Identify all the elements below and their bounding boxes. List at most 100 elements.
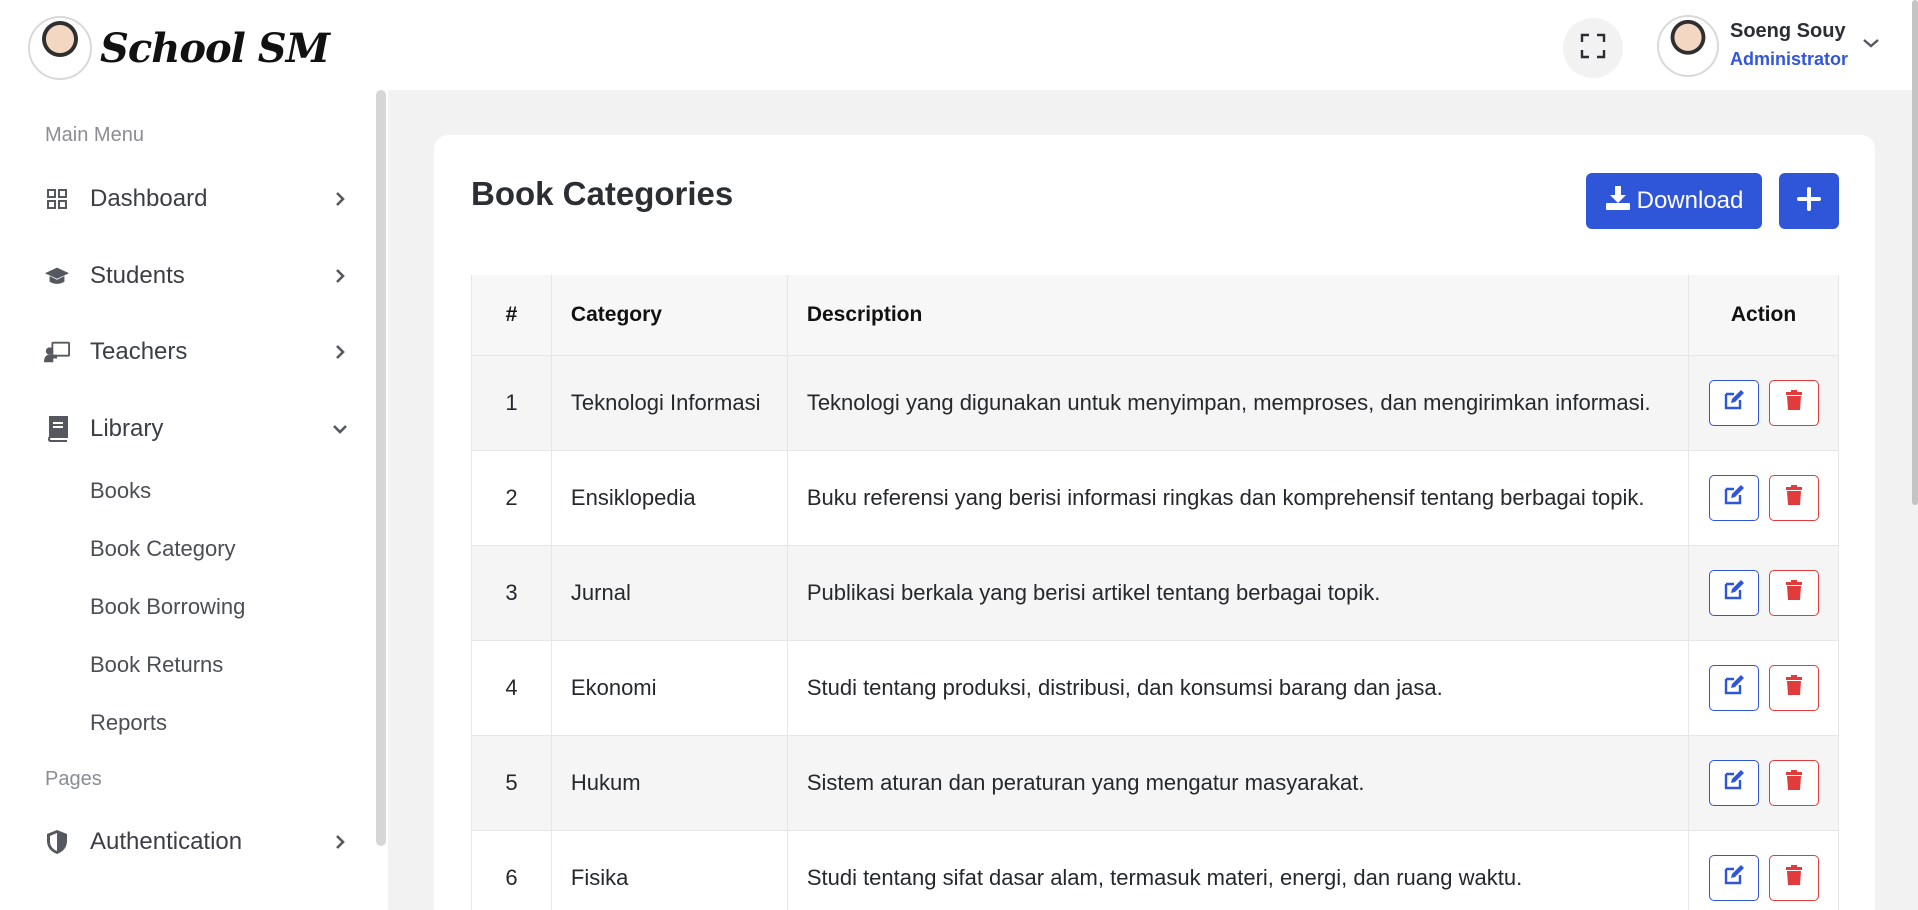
row-actions bbox=[1688, 545, 1839, 641]
edit-icon bbox=[1723, 769, 1745, 797]
brand[interactable]: School SM bbox=[28, 16, 330, 80]
trash-icon bbox=[1785, 579, 1803, 607]
delete-button[interactable] bbox=[1768, 664, 1819, 711]
chalkboard-teacher-icon bbox=[44, 339, 70, 365]
section-main-menu: Main Menu bbox=[45, 124, 144, 146]
table-row: 4 Ekonomi Studi tentang produksi, distri… bbox=[471, 640, 1839, 736]
trash-icon bbox=[1785, 769, 1803, 797]
row-description: Studi tentang produksi, distribusi, dan … bbox=[786, 640, 1690, 736]
edit-button[interactable] bbox=[1708, 664, 1759, 711]
row-description: Buku referensi yang berisi informasi rin… bbox=[786, 450, 1690, 546]
row-number: 3 bbox=[471, 545, 552, 641]
sidebar-item-label: Students bbox=[90, 262, 185, 289]
sidebar-subitem-book-returns[interactable]: Book Returns bbox=[90, 652, 223, 678]
chevron-right-icon bbox=[330, 342, 350, 362]
delete-button[interactable] bbox=[1768, 569, 1819, 616]
section-pages: Pages bbox=[45, 768, 102, 790]
edit-icon bbox=[1723, 579, 1745, 607]
avatar[interactable] bbox=[1657, 15, 1719, 77]
sidebar-subitem-book-borrowing[interactable]: Book Borrowing bbox=[90, 594, 245, 620]
plus-icon bbox=[1797, 186, 1821, 216]
brand-logo bbox=[28, 16, 92, 80]
row-category: Ekonomi bbox=[550, 640, 788, 736]
row-actions bbox=[1688, 355, 1839, 451]
delete-button[interactable] bbox=[1768, 379, 1819, 426]
table-row: 6 Fisika Studi tentang sifat dasar alam,… bbox=[471, 830, 1839, 910]
trash-icon bbox=[1785, 389, 1803, 417]
sidebar-subitem-book-category[interactable]: Book Category bbox=[90, 536, 236, 562]
edit-button[interactable] bbox=[1708, 474, 1759, 521]
sidebar-item-teachers[interactable]: Teachers bbox=[44, 330, 350, 374]
column-header-category: Category bbox=[550, 275, 788, 356]
edit-button[interactable] bbox=[1708, 759, 1759, 806]
fullscreen-icon bbox=[1580, 33, 1606, 64]
row-actions bbox=[1688, 830, 1839, 910]
row-actions bbox=[1688, 450, 1839, 546]
sidebar-subitem-books[interactable]: Books bbox=[90, 478, 151, 504]
table-row: 1 Teknologi Informasi Teknologi yang dig… bbox=[471, 355, 1839, 451]
download-button[interactable]: Download bbox=[1586, 173, 1762, 229]
chevron-down-icon bbox=[330, 419, 350, 439]
chevron-right-icon bbox=[330, 266, 350, 286]
sidebar: School SM Main Menu Dashboard Students T… bbox=[0, 0, 388, 910]
row-category: Hukum bbox=[550, 735, 788, 831]
page-scrollbar[interactable] bbox=[1912, 0, 1918, 505]
sidebar-item-authentication[interactable]: Authentication bbox=[44, 820, 350, 864]
row-category: Ensiklopedia bbox=[550, 450, 788, 546]
user-name: Soeng Souy bbox=[1730, 20, 1846, 42]
sidebar-item-dashboard[interactable]: Dashboard bbox=[44, 177, 350, 221]
row-actions bbox=[1688, 640, 1839, 736]
row-description: Studi tentang sifat dasar alam, termasuk… bbox=[786, 830, 1690, 910]
categories-table: # Category Description Action 1 Teknolog… bbox=[471, 275, 1839, 910]
chevron-right-icon bbox=[330, 189, 350, 209]
table-header-row: # Category Description Action bbox=[471, 275, 1839, 356]
row-description: Sistem aturan dan peraturan yang mengatu… bbox=[786, 735, 1690, 831]
column-header-action: Action bbox=[1688, 275, 1839, 356]
row-actions bbox=[1688, 735, 1839, 831]
row-category: Teknologi Informasi bbox=[550, 355, 788, 451]
sidebar-item-label: Library bbox=[90, 415, 164, 442]
table-row: 3 Jurnal Publikasi berkala yang berisi a… bbox=[471, 545, 1839, 641]
edit-icon bbox=[1723, 674, 1745, 702]
edit-icon bbox=[1723, 864, 1745, 892]
sidebar-item-library[interactable]: Library bbox=[44, 407, 350, 451]
sidebar-scrollbar[interactable] bbox=[376, 90, 386, 846]
trash-icon bbox=[1785, 484, 1803, 512]
row-number: 1 bbox=[471, 355, 552, 451]
edit-icon bbox=[1723, 389, 1745, 417]
edit-button[interactable] bbox=[1708, 854, 1759, 901]
edit-button[interactable] bbox=[1708, 379, 1759, 426]
table-row: 2 Ensiklopedia Buku referensi yang beris… bbox=[471, 450, 1839, 546]
edit-icon bbox=[1723, 484, 1745, 512]
add-category-button[interactable] bbox=[1779, 173, 1839, 229]
column-header-description: Description bbox=[786, 275, 1690, 356]
book-categories-card: Book Categories Download # Category Desc… bbox=[434, 135, 1875, 910]
chevron-right-icon bbox=[330, 832, 350, 852]
download-icon bbox=[1605, 185, 1637, 218]
row-category: Fisika bbox=[550, 830, 788, 910]
brand-name: School SM bbox=[100, 24, 330, 72]
sidebar-item-label: Dashboard bbox=[90, 185, 208, 212]
page-title: Book Categories bbox=[471, 175, 734, 212]
trash-icon bbox=[1785, 674, 1803, 702]
row-number: 4 bbox=[471, 640, 552, 736]
edit-button[interactable] bbox=[1708, 569, 1759, 616]
chevron-down-icon[interactable] bbox=[1862, 36, 1880, 54]
row-number: 2 bbox=[471, 450, 552, 546]
sidebar-subitem-reports[interactable]: Reports bbox=[90, 710, 167, 736]
sidebar-item-students[interactable]: Students bbox=[44, 254, 350, 298]
delete-button[interactable] bbox=[1768, 474, 1819, 521]
column-header-number: # bbox=[471, 275, 552, 356]
user-role: Administrator bbox=[1730, 49, 1849, 69]
row-description: Publikasi berkala yang berisi artikel te… bbox=[786, 545, 1690, 641]
grid-icon bbox=[44, 186, 70, 212]
book-icon bbox=[44, 416, 70, 442]
trash-icon bbox=[1785, 864, 1803, 892]
delete-button[interactable] bbox=[1768, 854, 1819, 901]
sidebar-item-label: Teachers bbox=[90, 338, 188, 365]
fullscreen-button[interactable] bbox=[1563, 18, 1623, 78]
sidebar-item-label: Authentication bbox=[90, 828, 243, 855]
delete-button[interactable] bbox=[1768, 759, 1819, 806]
row-number: 6 bbox=[471, 830, 552, 910]
graduation-cap-icon bbox=[44, 263, 70, 289]
